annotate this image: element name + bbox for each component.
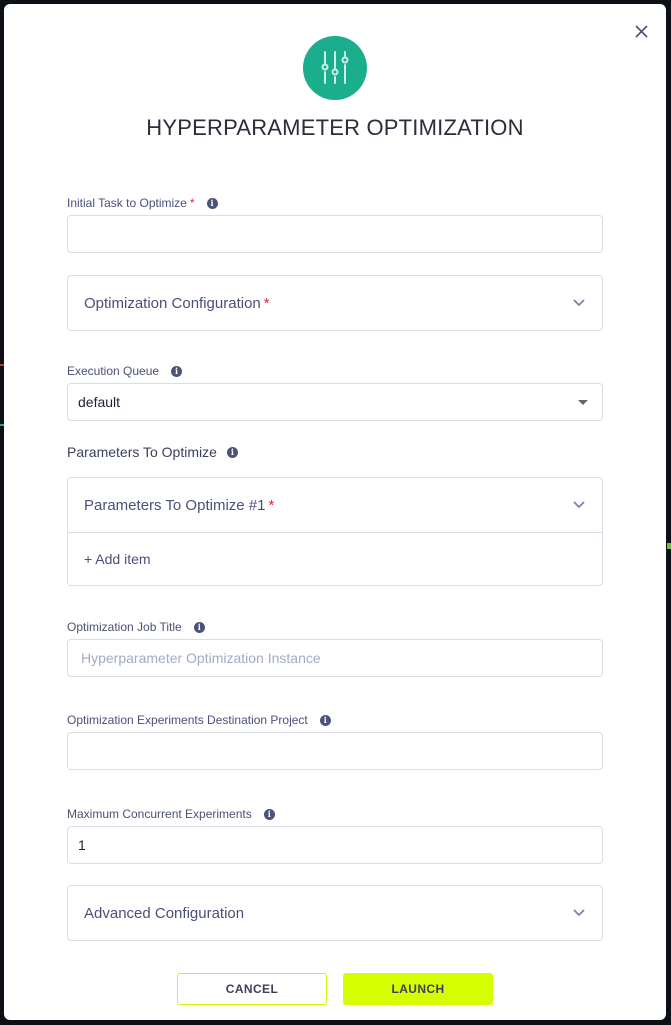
sliders-icon xyxy=(321,51,349,84)
info-icon[interactable]: i xyxy=(319,714,331,726)
chevron-down-icon[interactable] xyxy=(572,906,586,920)
max-concurrent-label: Maximum Concurrent Experiments i xyxy=(67,806,603,822)
execution-queue-select[interactable]: default xyxy=(67,383,603,421)
chevron-down-icon[interactable] xyxy=(572,296,586,310)
info-icon[interactable]: i xyxy=(226,446,238,458)
destination-project-label: Optimization Experiments Destination Pro… xyxy=(67,712,603,728)
label-text: Optimization Experiments Destination Pro… xyxy=(67,713,308,727)
parameter-item-header[interactable]: Parameters To Optimize #1 * xyxy=(68,478,602,532)
close-button[interactable] xyxy=(632,22,650,40)
chevron-down-icon[interactable] xyxy=(572,498,586,512)
max-concurrent-field: Maximum Concurrent Experiments i 1 xyxy=(67,806,603,864)
close-icon xyxy=(634,24,648,38)
optimization-config-header[interactable]: Optimization Configuration * xyxy=(68,276,602,330)
dialog-title: HYPERPARAMETER OPTIMIZATION xyxy=(146,115,524,140)
destination-project-input[interactable] xyxy=(67,732,603,770)
initial-task-input[interactable] xyxy=(67,215,603,253)
launch-button[interactable]: LAUNCH xyxy=(343,973,493,1005)
execution-queue-field: Execution Queue i default xyxy=(67,363,603,421)
background-mark xyxy=(667,543,671,549)
parameters-label: Parameters To Optimize i xyxy=(67,444,603,460)
advanced-config-panel[interactable]: Advanced Configuration xyxy=(67,885,603,941)
optimization-config-panel[interactable]: Optimization Configuration * xyxy=(67,275,603,331)
required-marker: * xyxy=(263,294,270,312)
max-concurrent-input[interactable]: 1 xyxy=(67,826,603,864)
info-icon[interactable]: i xyxy=(193,621,205,633)
parameters-panel: Parameters To Optimize #1 * + Add item xyxy=(67,477,603,586)
hpo-dialog: HYPERPARAMETER OPTIMIZATION Initial Task… xyxy=(4,4,666,1020)
info-icon[interactable]: i xyxy=(206,197,218,209)
label-text: Initial Task to Optimize xyxy=(67,196,187,210)
info-icon[interactable]: i xyxy=(263,808,275,820)
cancel-button[interactable]: CANCEL xyxy=(177,973,327,1005)
job-title-field: Optimization Job Title i Hyperparameter … xyxy=(67,619,603,677)
job-title-label: Optimization Job Title i xyxy=(67,619,603,635)
required-marker: * xyxy=(189,196,195,210)
panel-title: Advanced Configuration xyxy=(84,904,245,922)
label-text: Maximum Concurrent Experiments xyxy=(67,807,252,821)
hpo-logo xyxy=(303,36,367,100)
parameters-section-label: Parameters To Optimize i xyxy=(67,444,603,460)
execution-queue-label: Execution Queue i xyxy=(67,363,603,379)
advanced-config-header[interactable]: Advanced Configuration xyxy=(68,886,602,940)
initial-task-field: Initial Task to Optimize * i xyxy=(67,195,603,253)
dropdown-arrow-icon xyxy=(578,399,588,405)
add-item-button[interactable]: + Add item xyxy=(68,533,602,585)
panel-title: Parameters To Optimize #1 xyxy=(84,496,266,514)
job-title-input[interactable]: Hyperparameter Optimization Instance xyxy=(67,639,603,677)
info-icon[interactable]: i xyxy=(171,365,183,377)
label-text: Optimization Job Title xyxy=(67,620,182,634)
panel-title: Optimization Configuration xyxy=(84,294,261,312)
label-text: Parameters To Optimize xyxy=(67,444,217,460)
required-marker: * xyxy=(268,496,275,514)
label-text: Execution Queue xyxy=(67,364,160,378)
selected-value: default xyxy=(78,394,121,410)
initial-task-label: Initial Task to Optimize * i xyxy=(67,195,603,211)
destination-project-field: Optimization Experiments Destination Pro… xyxy=(67,712,603,770)
